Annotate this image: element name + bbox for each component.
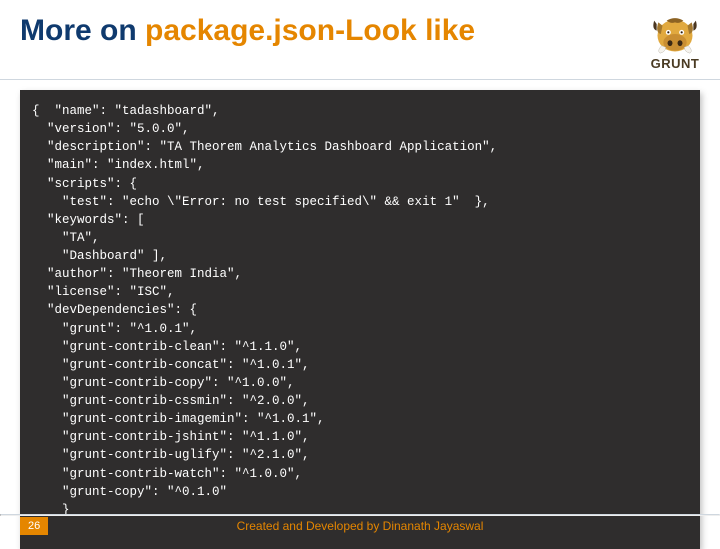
footer-credit: Created and Developed by Dinanath Jayasw… [0,519,720,533]
header-divider [0,79,720,80]
footer-divider [0,514,720,516]
grunt-logo: GRUNT [650,14,700,71]
title-part-blue: More on [20,14,145,47]
title-part-orange: package.json-Look like [145,14,475,47]
page-title: More on package.json-Look like [20,14,640,49]
grunt-label: GRUNT [651,56,700,71]
code-block: { "name": "tadashboard", "version": "5.0… [20,90,700,549]
warthog-icon [650,14,700,54]
